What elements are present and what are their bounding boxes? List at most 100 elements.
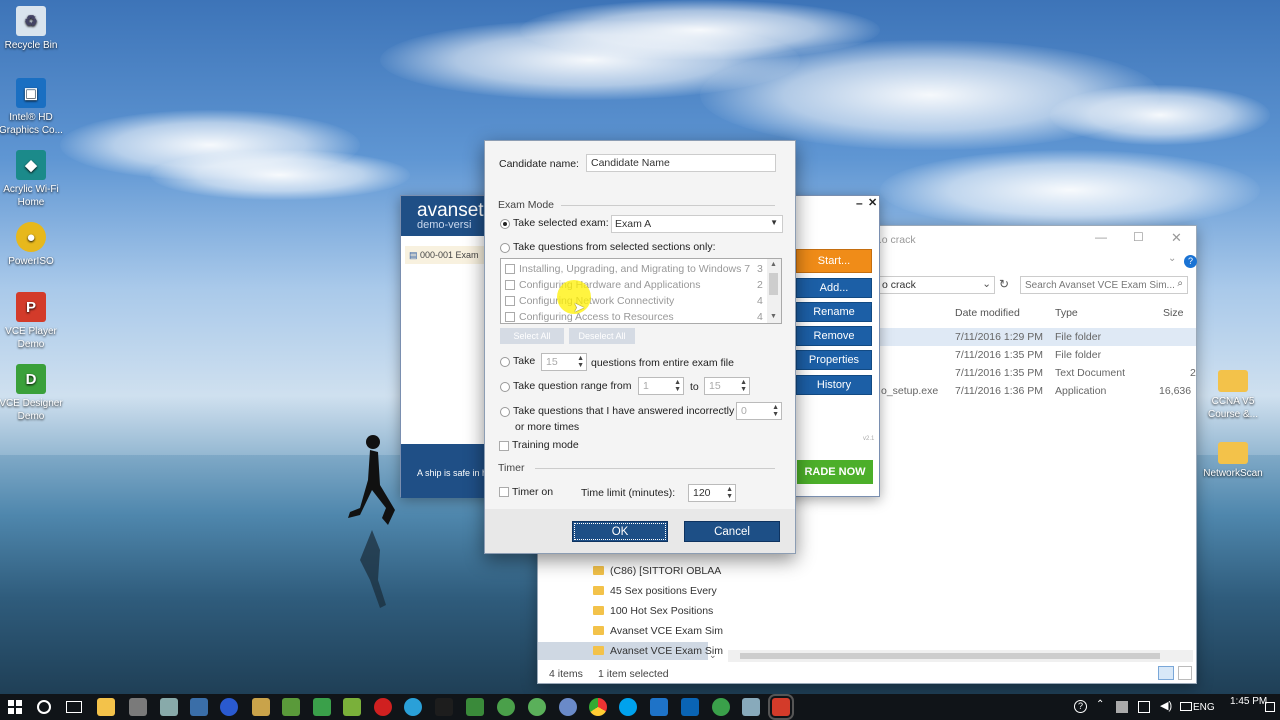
range-radio[interactable] xyxy=(500,382,510,392)
section-checkbox[interactable] xyxy=(505,280,515,290)
ok-button[interactable]: OK xyxy=(572,521,668,542)
candidate-name-input[interactable]: Candidate Name xyxy=(586,154,776,172)
section-checkbox[interactable] xyxy=(505,296,515,306)
address-bar[interactable]: o crack ⌄ xyxy=(878,276,995,294)
app-icon[interactable] xyxy=(559,698,577,716)
vce-icon[interactable] xyxy=(768,694,794,720)
store-icon[interactable] xyxy=(129,698,147,716)
horizontal-scrollbar[interactable] xyxy=(728,650,1193,662)
desktop-icon-vce-player[interactable]: P VCE Player Demo xyxy=(0,292,64,351)
stepper-arrows-icon[interactable]: ▲ ▼ xyxy=(740,379,747,393)
nav-item[interactable]: 45 Sex positions Every xyxy=(538,582,1196,600)
exam-list-item[interactable]: ▤ 000-001 Exam xyxy=(405,246,485,264)
sections-list[interactable]: Installing, Upgrading, and Migrating to … xyxy=(500,258,782,324)
start-button[interactable]: Start... xyxy=(796,249,872,273)
cancel-button[interactable]: Cancel xyxy=(684,521,780,542)
stepper-arrows-icon[interactable]: ▲ ▼ xyxy=(577,355,584,369)
incorrect-radio[interactable] xyxy=(500,407,510,417)
app-icon[interactable] xyxy=(374,698,392,716)
desktop-icon-acrylic-wifi[interactable]: ◆ Acrylic Wi-Fi Home xyxy=(0,150,64,209)
scroll-thumb[interactable] xyxy=(769,273,778,295)
show-hidden-icons[interactable]: ⌃ xyxy=(1096,699,1104,710)
range-to-stepper[interactable]: 15 ▲ ▼ xyxy=(704,377,750,395)
app-icon[interactable] xyxy=(190,698,208,716)
app-icon[interactable] xyxy=(343,698,361,716)
nav-item[interactable]: Avanset VCE Exam Sim xyxy=(538,622,1196,640)
file-explorer-icon[interactable] xyxy=(97,698,115,716)
timer-on-checkbox[interactable] xyxy=(499,487,509,497)
refresh-icon[interactable]: ↻ xyxy=(999,277,1009,291)
take-sections-radio[interactable] xyxy=(500,243,510,253)
incorrect-stepper[interactable]: 0 ▲ ▼ xyxy=(736,402,782,420)
task-view-icon[interactable] xyxy=(66,701,82,713)
app-icon[interactable] xyxy=(252,698,270,716)
range-from-stepper[interactable]: 1 ▲ ▼ xyxy=(638,377,684,395)
volume-icon[interactable]: ◀) xyxy=(1160,699,1172,712)
desktop-icon-recycle-bin[interactable]: ♻ Recycle Bin xyxy=(0,6,64,52)
desktop-icon-networkscan-folder[interactable]: NetworkScan xyxy=(1200,438,1266,480)
chrome-icon[interactable] xyxy=(589,698,607,716)
section-checkbox[interactable] xyxy=(505,312,515,322)
language-indicator[interactable]: ENG xyxy=(1193,702,1215,713)
app-icon[interactable] xyxy=(528,698,546,716)
minimize-button[interactable]: – xyxy=(856,196,863,210)
time-limit-stepper[interactable]: 120 ▲ ▼ xyxy=(688,484,736,502)
help-icon[interactable]: ? xyxy=(1184,255,1197,268)
app-icon[interactable] xyxy=(650,698,668,716)
select-all-button[interactable]: Select All xyxy=(500,328,564,344)
tiles-view-icon[interactable] xyxy=(1178,666,1192,680)
app-icon[interactable] xyxy=(712,698,730,716)
nav-item-selected[interactable]: Avanset VCE Exam Sim xyxy=(538,642,723,660)
maximize-button[interactable]: ☐ xyxy=(1133,230,1144,244)
section-checkbox[interactable] xyxy=(505,264,515,274)
column-header-date[interactable]: Date modified xyxy=(955,307,1020,319)
stepper-arrows-icon[interactable]: ▲ ▼ xyxy=(674,379,681,393)
remove-button[interactable]: Remove xyxy=(796,326,872,346)
clock[interactable]: 1:45 PM xyxy=(1230,696,1267,707)
close-button[interactable]: ✕ xyxy=(868,196,877,209)
tray-icon[interactable] xyxy=(1116,701,1128,713)
search-input[interactable]: Search Avanset VCE Exam Sim... ⌕ xyxy=(1020,276,1188,294)
desktop-icon-vce-designer[interactable]: D VCE Designer Demo xyxy=(0,364,64,423)
skype-icon[interactable] xyxy=(619,698,637,716)
column-header-size[interactable]: Size xyxy=(1163,307,1183,319)
help-tray-icon[interactable]: ? xyxy=(1074,700,1087,713)
list-scrollbar[interactable]: ▲ ▼ xyxy=(767,259,781,323)
exam-select[interactable]: Exam A ▼ xyxy=(611,215,783,233)
close-button[interactable]: ✕ xyxy=(1171,230,1182,246)
app-icon[interactable] xyxy=(497,698,515,716)
column-header-type[interactable]: Type xyxy=(1055,307,1078,319)
app-icon[interactable] xyxy=(282,698,300,716)
history-button[interactable]: History xyxy=(796,375,872,395)
app-icon[interactable] xyxy=(313,698,331,716)
scroll-thumb[interactable] xyxy=(740,653,1160,659)
training-mode-checkbox[interactable] xyxy=(499,441,509,451)
start-icon[interactable] xyxy=(8,700,22,714)
action-center-icon[interactable] xyxy=(1265,702,1275,712)
telegram-icon[interactable] xyxy=(404,698,422,716)
expand-ribbon-icon[interactable]: ⌄ xyxy=(1168,253,1176,264)
app-icon[interactable] xyxy=(466,698,484,716)
scroll-up-icon[interactable]: ▲ xyxy=(770,261,777,268)
battery-icon[interactable] xyxy=(1180,702,1192,711)
desktop-icon-ccna-folder[interactable]: CCNA V5 Course &... xyxy=(1200,366,1266,421)
take-count-radio[interactable] xyxy=(500,357,510,367)
desktop-icon-intel-graphics[interactable]: ▣ Intel® HD Graphics Co... xyxy=(0,78,64,137)
minimize-button[interactable]: — xyxy=(1095,230,1107,244)
cortana-icon[interactable] xyxy=(37,700,51,714)
network-icon[interactable] xyxy=(1138,701,1150,713)
scroll-down-icon[interactable]: ▼ xyxy=(770,313,777,320)
upgrade-now-button[interactable]: RADE NOW xyxy=(797,460,873,484)
properties-button[interactable]: Properties xyxy=(796,350,872,370)
stepper-arrows-icon[interactable]: ▲ ▼ xyxy=(772,404,779,418)
app-icon[interactable] xyxy=(435,698,453,716)
deselect-all-button[interactable]: Deselect All xyxy=(569,328,635,344)
rename-button[interactable]: Rename xyxy=(796,302,872,322)
app-icon[interactable] xyxy=(220,698,238,716)
add-button[interactable]: Add... xyxy=(796,278,872,298)
nav-scroll-down-icon[interactable]: ⌄ xyxy=(709,650,717,661)
app-icon[interactable] xyxy=(742,698,760,716)
nav-item[interactable]: (C86) [SITTORI OBLAA xyxy=(538,562,1196,580)
take-selected-exam-radio[interactable] xyxy=(500,219,510,229)
outlook-icon[interactable] xyxy=(681,698,699,716)
